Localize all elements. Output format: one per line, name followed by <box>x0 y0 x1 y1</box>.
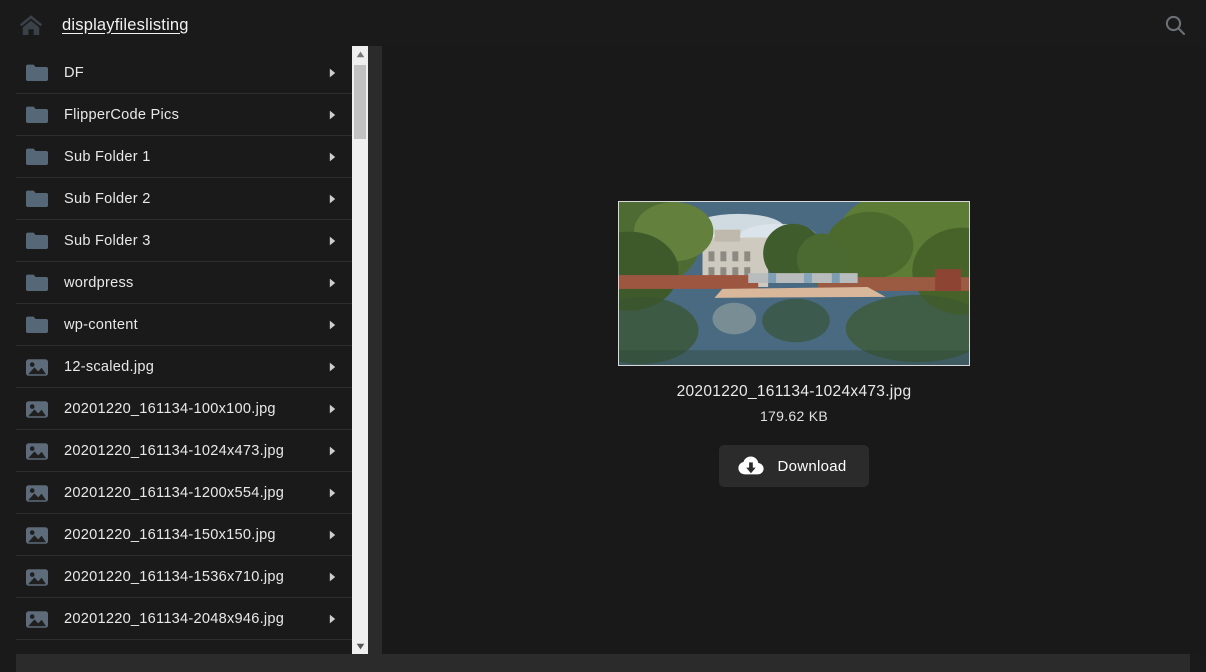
tree-row-label: 20201220_161134-1200x554.jpg <box>64 485 285 501</box>
image-file-icon <box>24 396 50 422</box>
tree-row[interactable]: 12-scaled.jpg <box>0 346 352 388</box>
chevron-right-icon[interactable] <box>326 402 338 416</box>
bottom-status-bar <box>16 654 1190 672</box>
preview-file-name: 20201220_161134-1024x473.jpg <box>676 383 912 400</box>
tree-row[interactable]: Sub Folder 3 <box>0 220 352 262</box>
chevron-right-icon[interactable] <box>326 150 338 164</box>
tree-row-label: 20201220_161134-2048x946.jpg <box>64 611 285 627</box>
tree-row[interactable]: wp-content <box>0 304 352 346</box>
preview-content: 20201220_161134-1024x473.jpg 179.62 KB D… <box>382 46 1206 642</box>
chevron-right-icon[interactable] <box>326 108 338 122</box>
image-file-icon <box>24 480 50 506</box>
tree-row[interactable]: wordpress <box>0 262 352 304</box>
folder-icon <box>24 270 50 296</box>
chevron-right-icon[interactable] <box>326 528 338 542</box>
chevron-right-icon[interactable] <box>326 612 338 626</box>
folder-icon <box>24 102 50 128</box>
image-file-icon <box>24 564 50 590</box>
chevron-right-icon[interactable] <box>326 234 338 248</box>
app-header: displayfileslisting <box>0 0 1206 50</box>
tree-row[interactable]: 20201220_161134-1024x473.jpg <box>0 430 352 472</box>
chevron-right-icon[interactable] <box>326 66 338 80</box>
image-file-icon <box>24 438 50 464</box>
file-tree-list: DF FlipperCode Pics Sub Folder 1 Sub Folder… <box>0 46 352 640</box>
home-icon[interactable] <box>14 10 48 40</box>
tree-row-label: wp-content <box>64 317 138 333</box>
file-tree-viewport: DF FlipperCode Pics Sub Folder 1 Sub Folder… <box>0 46 352 654</box>
chevron-right-icon[interactable] <box>326 318 338 332</box>
tree-row[interactable]: 20201220_161134-1536x710.jpg <box>0 556 352 598</box>
sidebar-scrollbar[interactable] <box>352 46 368 654</box>
folder-icon <box>24 186 50 212</box>
tree-row-label: DF <box>64 65 84 81</box>
chevron-right-icon[interactable] <box>326 360 338 374</box>
folder-icon <box>24 312 50 338</box>
tree-row-label: 20201220_161134-100x100.jpg <box>64 401 276 417</box>
tree-row-label: 12-scaled.jpg <box>64 359 155 375</box>
folder-icon <box>24 144 50 170</box>
tree-row-label: Sub Folder 1 <box>64 149 151 165</box>
tree-row-label: 20201220_161134-1536x710.jpg <box>64 569 285 585</box>
download-button-label: Download <box>777 457 847 475</box>
chevron-right-icon[interactable] <box>326 570 338 584</box>
file-manager-app: displayfileslisting DF FlipperCode Pics Su… <box>0 0 1206 672</box>
tree-row-label: Sub Folder 3 <box>64 233 151 249</box>
chevron-right-icon[interactable] <box>326 276 338 290</box>
download-button[interactable]: Download <box>719 445 869 487</box>
tree-row[interactable]: 20201220_161134-100x100.jpg <box>0 388 352 430</box>
tree-row-label: wordpress <box>64 275 134 291</box>
tree-row[interactable]: FlipperCode Pics <box>0 94 352 136</box>
folder-icon <box>24 60 50 86</box>
tree-row[interactable]: 20201220_161134-150x150.jpg <box>0 514 352 556</box>
chevron-right-icon[interactable] <box>326 444 338 458</box>
sidebar-gutter <box>368 46 382 654</box>
tree-row-label: 20201220_161134-150x150.jpg <box>64 527 276 543</box>
breadcrumb: displayfileslisting <box>62 16 189 35</box>
tree-row-label: Sub Folder 2 <box>64 191 151 207</box>
preview-panel: 20201220_161134-1024x473.jpg 179.62 KB D… <box>382 46 1206 654</box>
image-file-icon <box>24 606 50 632</box>
tree-row[interactable]: Sub Folder 2 <box>0 178 352 220</box>
breadcrumb-link-displayfileslisting[interactable]: displayfileslisting <box>62 16 189 35</box>
scroll-up-arrow-icon[interactable] <box>352 46 368 62</box>
scrollbar-thumb[interactable] <box>354 65 366 139</box>
chevron-right-icon[interactable] <box>326 192 338 206</box>
tree-row[interactable]: 20201220_161134-1200x554.jpg <box>0 472 352 514</box>
tree-row-label: 20201220_161134-1024x473.jpg <box>64 443 285 459</box>
image-file-icon <box>24 354 50 380</box>
tree-row-label: FlipperCode Pics <box>64 107 180 123</box>
tree-row[interactable]: DF <box>0 52 352 94</box>
chevron-right-icon[interactable] <box>326 486 338 500</box>
image-file-icon <box>24 522 50 548</box>
preview-image <box>618 201 970 366</box>
preview-file-size: 179.62 KB <box>759 408 829 424</box>
tree-row[interactable]: 20201220_161134-2048x946.jpg <box>0 598 352 640</box>
search-icon[interactable] <box>1160 10 1190 40</box>
cloud-download-icon <box>738 456 765 477</box>
tree-row[interactable]: Sub Folder 1 <box>0 136 352 178</box>
scroll-down-arrow-icon[interactable] <box>352 638 368 654</box>
folder-icon <box>24 228 50 254</box>
file-tree-sidebar: DF FlipperCode Pics Sub Folder 1 Sub Folder… <box>0 46 368 654</box>
